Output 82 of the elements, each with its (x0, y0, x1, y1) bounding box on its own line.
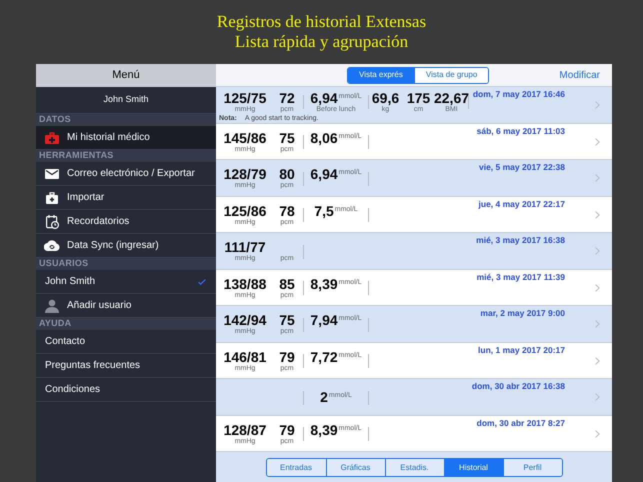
caption-text: Registros de historial Extensas (216, 12, 426, 32)
section-header: USUARIOS (36, 258, 216, 270)
pulse-value: 80 (279, 167, 295, 182)
blood-pressure-value: 128/87 (224, 422, 266, 438)
menu-label: John Smith (45, 275, 96, 289)
glucose-value: 2 (320, 390, 328, 406)
tab[interactable]: Entradas (266, 459, 326, 476)
date-time: mié, 3 may 2017 16:38 (476, 234, 565, 247)
envelope-icon (45, 168, 59, 178)
menu-label: Importar (67, 191, 106, 205)
chevron-icon (595, 247, 600, 255)
pulse-value: 75 (279, 313, 295, 328)
pulse-value: 85 (279, 276, 295, 292)
date-time: jue, 4 may 2017 22:17 (478, 198, 565, 210)
chevron-icon (595, 430, 600, 438)
date-time: mié, 3 may 2017 11:39 (476, 270, 565, 284)
pulse-value: 72 (279, 90, 295, 106)
date-time: lun, 1 may 2017 20:17 (478, 344, 565, 356)
blood-pressure-value: 146/81 (224, 350, 266, 365)
sidebar-title: Menú (36, 64, 216, 87)
chevron-icon (595, 284, 600, 292)
chevron-icon (595, 320, 600, 328)
tab[interactable]: Gráficas (326, 459, 384, 476)
section-header: AYUDA (36, 318, 216, 330)
view-toggle[interactable]: Vista de grupo (414, 68, 488, 82)
edit-link[interactable]: Modificar (559, 68, 600, 82)
tab[interactable]: Perfil (502, 459, 562, 476)
tab[interactable]: Historial (444, 459, 502, 476)
glucose-value: 6,94 (310, 167, 338, 182)
menu-label: Condiciones (45, 383, 102, 397)
menu-label: Data Sync (ingresar) (67, 239, 160, 253)
glucose-value: 7,94 (310, 313, 338, 328)
menu-label: Preguntas frecuentes (45, 359, 142, 373)
caption-text: Lista rápida y agrupación (234, 32, 408, 52)
tab[interactable]: Estadis. (384, 459, 444, 476)
measurement-value: 69,6 (372, 90, 400, 106)
view-toggle[interactable]: Vista exprés (348, 68, 414, 82)
glucose-value: 7,72 (310, 350, 338, 365)
menu-label: Contacto (45, 335, 86, 349)
menu-label: Recordatorios (67, 215, 130, 229)
chevron-icon (595, 210, 600, 218)
menu-label: Mi historial médico (67, 131, 151, 145)
pulse-value: 78 (279, 204, 295, 219)
section-header: HERRAMIENTAS (36, 150, 216, 162)
blood-pressure-value: 142/94 (224, 313, 266, 328)
glucose-value: 8,39 (310, 276, 338, 292)
menu-label: Añadir usuario (67, 299, 132, 313)
chevron-icon (595, 174, 600, 182)
blood-pressure-value: 138/88 (224, 276, 266, 292)
blood-pressure-value: 111/77 (224, 240, 266, 256)
medical-kit-icon (45, 132, 59, 144)
cloud-sync-icon (44, 240, 60, 251)
person-icon (45, 298, 59, 312)
date-time: sáb, 6 may 2017 11:03 (476, 124, 565, 138)
blood-pressure-value: 128/79 (224, 167, 266, 182)
glucose-value: 7,5 (314, 204, 334, 219)
blood-pressure-value: 145/86 (224, 130, 266, 146)
pulse-value: 79 (279, 350, 295, 365)
briefcase-icon (46, 192, 58, 204)
glucose-value: 8,39 (310, 422, 338, 438)
menu-item[interactable]: Mi historial médico (36, 126, 216, 150)
date-time: dom, 30 abr 2017 8:27 (476, 416, 565, 430)
pulse-value: 79 (279, 422, 295, 438)
date-time: dom, 7 may 2017 16:46 (472, 88, 565, 101)
menu-label: Correo electrónico / Exportar (67, 167, 196, 181)
checkmark-icon (198, 278, 206, 284)
measurement-value: 175 (406, 90, 430, 106)
chevron-icon (595, 101, 600, 109)
pulse-value: 75 (279, 130, 295, 146)
glucose-value: 6,94 (310, 90, 338, 106)
chevron-icon (595, 393, 600, 401)
chevron-icon (595, 356, 600, 364)
date-time: vie, 5 may 2017 22:38 (478, 161, 565, 174)
date-time: dom, 30 abr 2017 16:38 (472, 380, 565, 393)
blood-pressure-value: 125/86 (224, 204, 266, 219)
blood-pressure-value: 125/75 (224, 90, 266, 106)
glucose-value: 8,06 (310, 130, 338, 146)
chevron-icon (595, 138, 600, 146)
date-time: mar, 2 may 2017 9:00 (480, 307, 565, 320)
measurement-value: 22,67 (434, 90, 470, 106)
section-header: DATOS (36, 114, 216, 126)
calendar-clock-icon (46, 214, 58, 228)
